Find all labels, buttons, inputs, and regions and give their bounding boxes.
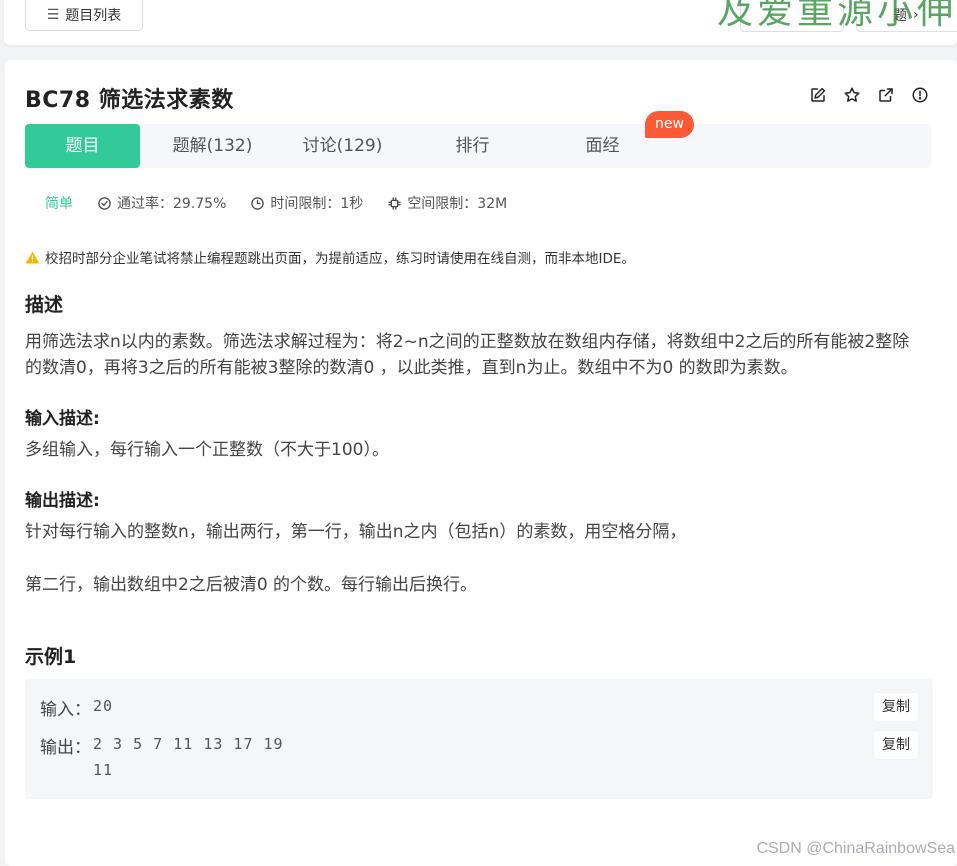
tab-discussion[interactable]: 讨论(129) bbox=[285, 124, 400, 168]
tab-ranking[interactable]: 排行 bbox=[415, 124, 530, 168]
warning-icon bbox=[25, 251, 40, 263]
copy-input-button[interactable]: 复制 bbox=[874, 693, 918, 721]
description-heading: 描述 bbox=[25, 294, 64, 316]
output-desc-line-2: 第二行，输出数组中2之后被清0 的个数。每行输出后换行。 bbox=[25, 575, 478, 595]
pass-rate: 通过率：29.75% bbox=[97, 193, 226, 213]
difficulty-label: 简单 bbox=[45, 196, 73, 212]
warning-notice: 校招时部分企业笔试将禁止编程题跳出页面，为提前适应，练习时请使用在线自测，而非本… bbox=[25, 247, 635, 267]
output-desc-line-1: 针对每行输入的整数n，输出两行，第一行，输出n之内（包括n）的素数，用空格分隔， bbox=[25, 522, 687, 542]
star-icon[interactable] bbox=[843, 86, 861, 104]
chevron-right-icon: › bbox=[913, 7, 919, 23]
example-input-label: 输入： bbox=[40, 700, 91, 720]
top-toolbar: ☰ 题目列表 题 › 及爱重源小伸 bbox=[4, 0, 957, 45]
problem-list-label: 题目列表 bbox=[65, 7, 122, 24]
csdn-watermark: CSDN @ChinaRainbowSea bbox=[756, 840, 955, 857]
copy-output-button[interactable]: 复制 bbox=[874, 731, 918, 759]
problem-tabs: 题目 题解(132) 讨论(129) 排行 面经 bbox=[25, 124, 931, 168]
example-heading: 示例1 bbox=[25, 646, 77, 668]
warning-text: 校招时部分企业笔试将禁止编程题跳出页面，为提前适应，练习时请使用在线自测，而非本… bbox=[45, 251, 635, 267]
problem-title: BC78 筛选法求素数 bbox=[25, 88, 234, 113]
problem-card: BC78 筛选法求素数 题目 题解(132) 讨论(129) 排行 面经 new… bbox=[5, 60, 957, 866]
next-problem-label: 题 bbox=[893, 8, 907, 24]
next-problem-button[interactable]: 题 › bbox=[856, 0, 957, 32]
list-icon: ☰ bbox=[46, 6, 60, 23]
input-desc-heading: 输入描述: bbox=[25, 409, 100, 429]
example-output-label: 输出： bbox=[40, 738, 91, 758]
new-badge: new bbox=[645, 111, 694, 138]
tab-problem[interactable]: 题目 bbox=[25, 124, 140, 168]
description-line-2: 的数清0，再将3之后的所有能被3整除的数清0 ，以此类推，直到n为止。数组中不为… bbox=[25, 358, 798, 378]
output-desc-heading: 输出描述: bbox=[25, 491, 100, 511]
description-line-1: 用筛选法求n以内的素数。筛选法求解过程为：将2~n之间的正整数放在数组内存储，将… bbox=[25, 332, 910, 352]
edit-icon[interactable] bbox=[809, 86, 827, 104]
title-actions bbox=[809, 86, 929, 104]
check-circle-icon bbox=[98, 196, 111, 210]
example-input-value: 20 bbox=[93, 697, 114, 715]
example-output-line-2: 11 bbox=[93, 761, 114, 779]
example-box: 输入： 20 复制 输出： 2 3 5 7 11 13 17 19 11 复制 bbox=[25, 679, 933, 799]
input-desc-text: 多组输入，每行输入一个正整数（不大于100）。 bbox=[25, 440, 389, 460]
space-limit: 空间限制：32M bbox=[387, 193, 507, 213]
tab-solutions[interactable]: 题解(132) bbox=[155, 124, 270, 168]
tab-interview[interactable]: 面经 bbox=[545, 124, 660, 168]
chip-icon bbox=[388, 196, 402, 210]
example-output-line-1: 2 3 5 7 11 13 17 19 bbox=[93, 735, 284, 753]
clock-icon bbox=[251, 196, 265, 210]
space-limit-text: 空间限制：32M bbox=[407, 196, 508, 212]
time-limit: 时间限制：1秒 bbox=[250, 193, 363, 213]
report-icon[interactable] bbox=[911, 86, 929, 104]
time-limit-text: 时间限制：1秒 bbox=[270, 196, 364, 212]
pass-rate-text: 通过率：29.75% bbox=[117, 196, 227, 212]
share-icon[interactable] bbox=[877, 86, 895, 104]
problem-list-button[interactable]: ☰ 题目列表 bbox=[25, 0, 143, 31]
problem-meta: 简单 通过率：29.75% 时间限制：1秒 空间限制：32M bbox=[45, 193, 531, 213]
prev-problem-button[interactable] bbox=[740, 0, 844, 32]
